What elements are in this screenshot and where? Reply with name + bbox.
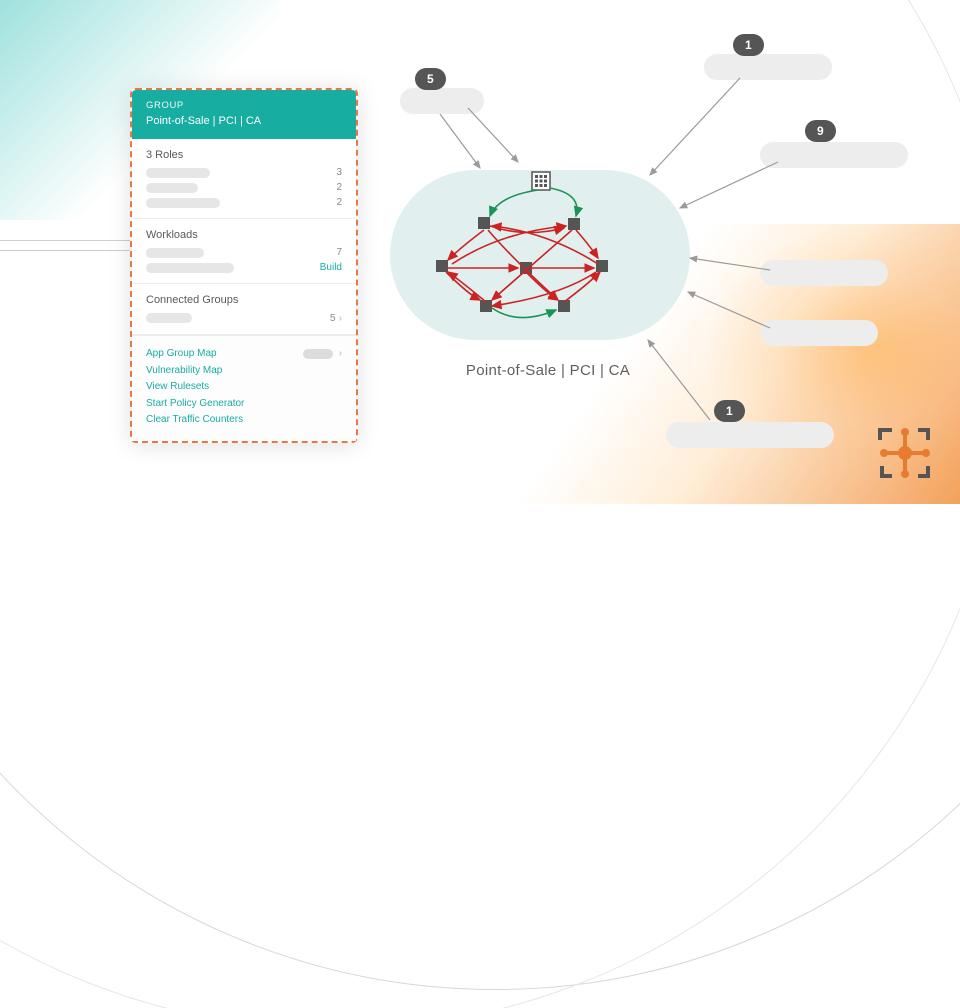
group-caption: Point-of-Sale | PCI | CA	[418, 362, 678, 379]
node-icon	[436, 260, 448, 272]
chevron-right-icon: ›	[339, 346, 342, 363]
link-app-group-map[interactable]: App Group Map ›	[146, 346, 342, 363]
placeholder-bar	[146, 198, 220, 208]
node-icon	[478, 217, 490, 229]
link-view-rulesets[interactable]: View Rulesets	[146, 379, 342, 396]
workloads-mode: Build	[320, 262, 342, 273]
role-count: 2	[336, 182, 342, 193]
placeholder-bar	[146, 313, 192, 323]
node-icon	[568, 218, 580, 230]
traffic-count-badge: 5	[415, 68, 446, 90]
traffic-count-badge: 1	[733, 34, 764, 56]
panel-link-label: Clear Traffic Counters	[146, 412, 243, 429]
traffic-count-badge: 9	[805, 120, 836, 142]
section-connected: Connected Groups 5 ›	[132, 284, 356, 335]
link-vulnerability-map[interactable]: Vulnerability Map	[146, 363, 342, 380]
role-row[interactable]: 2	[146, 197, 342, 208]
connected-count: 5	[330, 313, 336, 324]
section-workloads-title: Workloads	[146, 229, 342, 241]
panel-link-label: App Group Map	[146, 346, 217, 363]
role-row[interactable]: 3	[146, 167, 342, 178]
placeholder-bar	[146, 168, 210, 178]
workloads-count: 7	[336, 247, 342, 258]
placeholder-bar	[146, 263, 234, 273]
role-count: 3	[336, 167, 342, 178]
panel-link-label: Start Policy Generator	[146, 396, 244, 413]
section-roles-title: 3 Roles	[146, 149, 342, 161]
panel-links: App Group Map › Vulnerability Map View R…	[132, 335, 356, 441]
panel-link-label: View Rulesets	[146, 379, 209, 396]
panel-title: Point-of-Sale | PCI | CA	[146, 115, 342, 127]
traffic-count-badge: 1	[714, 400, 745, 422]
placeholder-bar	[146, 248, 204, 258]
chevron-right-icon: ›	[339, 313, 342, 324]
blocked-traffic-edges	[446, 226, 600, 306]
link-clear-traffic-counters[interactable]: Clear Traffic Counters	[146, 412, 342, 429]
group-detail-panel: GROUP Point-of-Sale | PCI | CA 3 Roles 3…	[130, 88, 358, 443]
placeholder-pill	[303, 349, 333, 359]
node-icon	[596, 260, 608, 272]
placeholder-bar	[146, 183, 198, 193]
workloads-mode-row[interactable]: Build	[146, 262, 342, 273]
section-roles: 3 Roles 3 2 2	[132, 139, 356, 219]
link-start-policy-generator[interactable]: Start Policy Generator	[146, 396, 342, 413]
panel-eyebrow: GROUP	[146, 100, 342, 111]
workloads-row[interactable]: 7	[146, 247, 342, 258]
panel-header: GROUP Point-of-Sale | PCI | CA	[132, 90, 356, 139]
section-connected-title: Connected Groups	[146, 294, 342, 306]
section-workloads: Workloads 7 Build	[132, 219, 356, 284]
connected-row[interactable]: 5 ›	[146, 312, 342, 324]
role-count: 2	[336, 197, 342, 208]
brand-logo-icon	[876, 424, 934, 482]
role-row[interactable]: 2	[146, 182, 342, 193]
panel-link-label: Vulnerability Map	[146, 363, 222, 380]
